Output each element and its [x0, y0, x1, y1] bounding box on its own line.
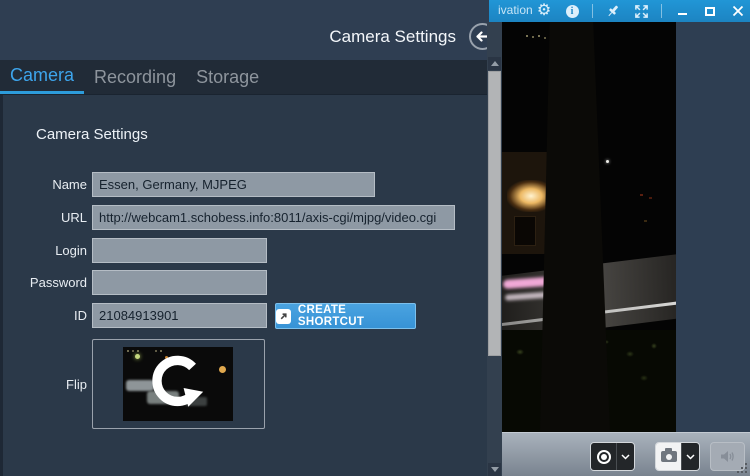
close-button[interactable] [730, 3, 746, 19]
scrollbar-up-button[interactable] [488, 57, 501, 70]
scrollbar [487, 22, 502, 476]
section-heading: Camera Settings [36, 126, 148, 143]
video-timestamp-marks [526, 35, 528, 37]
settings-content: Camera Settings Name URL Login Password … [0, 95, 487, 476]
fullscreen-icon[interactable] [633, 3, 649, 19]
titlebar-icons: ⚙ i [536, 0, 746, 22]
record-button-group [590, 442, 635, 471]
password-label: Password [29, 275, 87, 290]
video-control-bar [502, 432, 750, 476]
titlebar-partial-text: ivation [498, 3, 533, 17]
video-background-gap [676, 22, 750, 432]
video-tree-trunk [540, 22, 610, 432]
titlebar-separator [661, 4, 662, 18]
info-icon[interactable]: i [564, 3, 580, 19]
scrollbar-down-button[interactable] [488, 463, 501, 476]
thumb-timestamp-marks [127, 350, 129, 352]
record-icon [596, 449, 611, 464]
tab-camera[interactable]: Camera [0, 60, 85, 94]
maximize-button[interactable] [702, 3, 718, 19]
video-light-dot [606, 160, 609, 163]
flip-thumbnail [123, 347, 233, 421]
panel-title: Camera Settings [329, 27, 456, 46]
name-input[interactable] [92, 172, 375, 197]
flip-preview-box[interactable] [92, 339, 265, 429]
chevron-down-icon [621, 453, 630, 460]
settings-panel-header: Camera Settings [0, 22, 502, 60]
pin-icon[interactable] [605, 3, 621, 19]
resize-grip[interactable] [737, 463, 747, 473]
titlebar-separator [592, 4, 593, 18]
settings-tabbar: Camera Recording Storage [0, 60, 487, 95]
create-shortcut-button[interactable]: CREATE SHORTCUT [275, 303, 416, 329]
flip-label: Flip [66, 377, 87, 392]
id-label: ID [74, 308, 87, 323]
snapshot-dropdown-button[interactable] [681, 443, 699, 470]
camera-icon [660, 448, 677, 462]
application-window: ivation ⚙ i Camera Settings Camera Recor… [0, 0, 750, 476]
chevron-down-icon [686, 453, 695, 460]
shortcut-icon [276, 308, 291, 324]
triangle-up-icon [490, 61, 499, 66]
login-input[interactable] [92, 238, 267, 263]
snapshot-button-group [655, 442, 700, 471]
password-input[interactable] [92, 270, 267, 295]
triangle-down-icon [490, 467, 499, 472]
tab-recording[interactable]: Recording [84, 60, 186, 94]
record-button[interactable] [591, 443, 616, 470]
id-input[interactable] [92, 303, 267, 328]
url-input[interactable] [92, 205, 455, 230]
rotate-icon [150, 354, 206, 415]
video-feed[interactable] [502, 22, 676, 432]
thumb-green-light [135, 354, 140, 359]
video-building-window [514, 216, 536, 246]
video-tail-lights [640, 194, 643, 196]
login-label: Login [55, 243, 87, 258]
settings-panel-header-top [0, 0, 489, 22]
speaker-icon [721, 451, 734, 462]
name-label: Name [52, 177, 87, 192]
settings-gear-icon[interactable]: ⚙ [536, 3, 552, 19]
minimize-button[interactable] [674, 3, 690, 19]
scrollbar-thumb[interactable] [488, 71, 501, 356]
create-shortcut-label: CREATE SHORTCUT [297, 304, 365, 328]
record-dropdown-button[interactable] [616, 443, 634, 470]
url-label: URL [60, 210, 87, 225]
tab-storage[interactable]: Storage [186, 60, 269, 94]
snapshot-button[interactable] [656, 443, 681, 470]
